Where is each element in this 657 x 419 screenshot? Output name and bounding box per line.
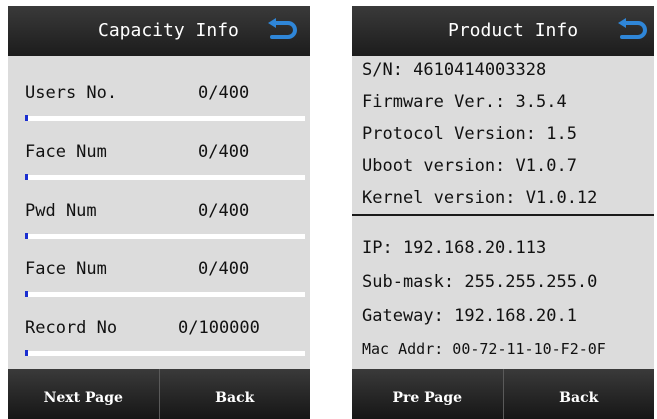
firmware-version: Firmware Ver.: 3.5.4 (362, 92, 567, 112)
progress-bar-fill (25, 233, 28, 239)
row-value: 0/400 (198, 83, 250, 103)
back-button[interactable]: Back (158, 369, 311, 419)
row-value: 0/400 (198, 201, 250, 221)
progress-bar (25, 350, 305, 356)
serial-number: S/N: 4610414003328 (362, 60, 547, 80)
return-arrow-icon[interactable] (616, 18, 650, 44)
capacity-header: Capacity Info (8, 6, 310, 56)
uboot-version: Uboot version: V1.0.7 (362, 156, 577, 176)
row-value: 0/100000 (178, 318, 260, 338)
capacity-row-record: Record No 0/100000 (8, 318, 310, 376)
product-title: Product Info (448, 20, 579, 41)
gateway: Gateway: 192.168.20.1 (362, 306, 577, 326)
progress-bar (25, 233, 305, 239)
progress-bar-fill (25, 115, 28, 121)
capacity-row-pwd: Pwd Num 0/400 (8, 201, 310, 259)
product-header: Product Info (352, 6, 654, 56)
row-label: Pwd Num (25, 201, 97, 221)
back-button[interactable]: Back (502, 369, 655, 419)
sub-mask: Sub-mask: 255.255.255.0 (362, 272, 598, 292)
row-label: Record No (25, 318, 118, 338)
progress-bar-fill (25, 174, 28, 180)
ip-address: IP: 192.168.20.113 (362, 238, 547, 258)
progress-bar-fill (25, 350, 28, 356)
section-divider (352, 214, 654, 216)
progress-bar (25, 291, 305, 297)
next-page-button[interactable]: Next Page (8, 369, 159, 419)
capacity-row-users: Users No. 0/400 (8, 83, 310, 141)
mac-address: Mac Addr: 00-72-11-10-F2-0F (362, 340, 606, 358)
row-label: Face Num (25, 142, 107, 162)
progress-bar (25, 115, 305, 121)
capacity-title: Capacity Info (98, 20, 239, 41)
product-footer: Pre Page Back (352, 369, 654, 419)
capacity-row-face: Face Num 0/400 (8, 142, 310, 200)
row-value: 0/400 (198, 142, 250, 162)
return-arrow-icon[interactable] (266, 18, 300, 44)
capacity-footer: Next Page Back (8, 369, 310, 419)
progress-bar (25, 174, 305, 180)
pre-page-button[interactable]: Pre Page (352, 369, 503, 419)
row-value: 0/400 (198, 259, 250, 279)
protocol-version: Protocol Version: 1.5 (362, 124, 577, 144)
progress-bar-fill (25, 291, 28, 297)
row-label: Users No. (25, 83, 118, 103)
row-label: Face Num (25, 259, 107, 279)
capacity-info-screen: Capacity Info Users No. 0/400 Face Num 0… (8, 6, 310, 419)
capacity-row-face-2: Face Num 0/400 (8, 259, 310, 317)
kernel-version: Kernel version: V1.0.12 (362, 188, 598, 208)
product-info-screen: Product Info S/N: 4610414003328 Firmware… (352, 6, 654, 419)
